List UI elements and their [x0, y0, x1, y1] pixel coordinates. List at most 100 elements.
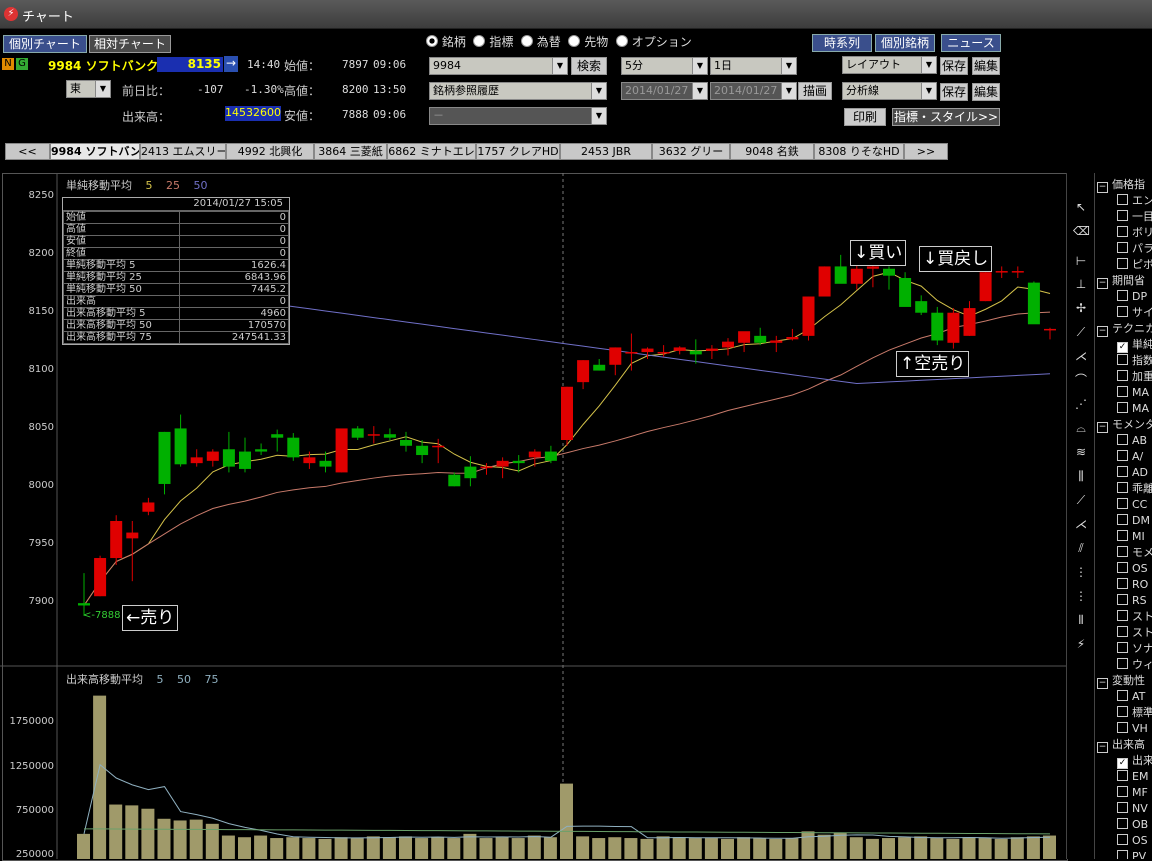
fan-icon[interactable]: ⋌: [1073, 348, 1089, 364]
sidebar-item[interactable]: 乖離: [1117, 481, 1152, 497]
sidebar-item[interactable]: パラ: [1117, 241, 1152, 257]
stock-info-button[interactable]: 個別銘柄: [875, 34, 935, 52]
sidebar-item[interactable]: ウィ: [1117, 657, 1152, 673]
cross-icon[interactable]: ✢: [1073, 300, 1089, 316]
stock-tab[interactable]: <<: [5, 143, 50, 160]
sidebar-item[interactable]: DM: [1117, 513, 1150, 529]
timeseries-button[interactable]: 時系列: [812, 34, 872, 52]
third-select[interactable]: － ▼: [429, 107, 607, 125]
sidebar-item[interactable]: ソナ: [1117, 641, 1152, 657]
stock-tab[interactable]: 3632 グリー: [652, 143, 730, 160]
arc-icon[interactable]: ⌒: [1073, 372, 1089, 388]
stock-tab[interactable]: 3864 三菱紙: [314, 143, 387, 160]
radio-stock[interactable]: [426, 35, 438, 47]
sidebar-item[interactable]: AD: [1117, 465, 1148, 481]
sidebar-group[interactable]: − テクニカ: [1097, 321, 1152, 337]
radio-indicator[interactable]: [473, 35, 486, 47]
fibo-arc-icon[interactable]: ⌓: [1073, 420, 1089, 436]
analysis-edit-button[interactable]: 編集: [972, 83, 1000, 101]
sidebar-item[interactable]: エン: [1117, 193, 1152, 209]
stock-tab[interactable]: 9984 ソフトバンク: [50, 143, 140, 160]
sidebar-item[interactable]: CC: [1117, 497, 1147, 513]
sidebar-item[interactable]: A/: [1117, 449, 1143, 465]
history-select[interactable]: 銘柄参照履歴 ▼: [429, 82, 607, 100]
sidebar-item[interactable]: スト: [1117, 609, 1152, 625]
span-select[interactable]: 1日 ▼: [710, 57, 797, 75]
sidebar-item[interactable]: RO: [1117, 577, 1148, 593]
sidebar-item[interactable]: MA: [1117, 385, 1149, 401]
sidebar-item[interactable]: RS: [1117, 593, 1147, 609]
sidebar-group[interactable]: − 出来高: [1097, 737, 1145, 753]
print-button[interactable]: 印刷: [844, 108, 886, 126]
sidebar-item[interactable]: ✓ 単純: [1117, 337, 1152, 353]
multi-point-icon[interactable]: ⋮: [1073, 588, 1089, 604]
sidebar-item[interactable]: OS: [1117, 833, 1148, 849]
sidebar-item[interactable]: VH: [1117, 721, 1148, 737]
sidebar-item[interactable]: MA: [1117, 401, 1149, 417]
stock-tab[interactable]: 2413 エムスリー: [140, 143, 226, 160]
sidebar-group[interactable]: − 変動性: [1097, 673, 1145, 689]
analysis-select[interactable]: 分析線 ▼: [842, 82, 937, 100]
sidebar-group[interactable]: − 価格指: [1097, 177, 1145, 193]
stock-tab[interactable]: 4992 北興化: [226, 143, 314, 160]
sidebar-item[interactable]: サイ: [1117, 305, 1152, 321]
date-to-input[interactable]: 2014/01/27 ▼: [710, 82, 797, 100]
sidebar-item[interactable]: PV: [1117, 849, 1146, 859]
radio-options[interactable]: [615, 35, 628, 47]
hline-icon[interactable]: ⊢: [1073, 253, 1089, 269]
news-button[interactable]: ニュース: [941, 34, 1001, 52]
stock-tab[interactable]: >>: [904, 143, 948, 160]
fibo-timezone-icon[interactable]: ⫼: [1073, 468, 1089, 484]
sidebar-item[interactable]: 加重: [1117, 369, 1152, 385]
sidebar-item[interactable]: モメ: [1117, 545, 1152, 561]
radio-futures[interactable]: [568, 35, 581, 47]
stock-tab[interactable]: 9048 名鉄: [730, 143, 814, 160]
sidebar-item[interactable]: NV: [1117, 801, 1148, 817]
sidebar-item[interactable]: 標準: [1117, 705, 1152, 721]
sidebar-group[interactable]: − 期間省: [1097, 273, 1145, 289]
stock-tab[interactable]: 1757 クレアHD: [476, 143, 560, 160]
eraser-icon[interactable]: ⌫: [1073, 223, 1090, 239]
sidebar-item[interactable]: ✓ 出来: [1117, 753, 1152, 769]
sidebar-item[interactable]: 一目: [1117, 209, 1152, 225]
channel-icon[interactable]: ⫽: [1073, 540, 1089, 556]
date-from-input[interactable]: 2014/01/27 ▼: [621, 82, 708, 100]
pointer-icon[interactable]: ↖: [1073, 199, 1089, 215]
sidebar-item[interactable]: DP: [1117, 289, 1147, 305]
sidebar-item[interactable]: ボリ: [1117, 225, 1152, 241]
draw-button[interactable]: 描画: [798, 82, 832, 100]
sidebar-item[interactable]: MF: [1117, 785, 1148, 801]
sidebar-item[interactable]: AB: [1117, 433, 1147, 449]
sidebar-item[interactable]: 指数: [1117, 353, 1152, 369]
layout-save-button[interactable]: 保存: [940, 57, 968, 75]
ray-icon[interactable]: ⟋: [1073, 492, 1089, 508]
zigzag-icon[interactable]: ⚡: [1073, 636, 1089, 652]
stock-tab[interactable]: 8308 りそなHD: [814, 143, 904, 160]
sidebar-item[interactable]: スト: [1117, 625, 1152, 641]
sidebar-item[interactable]: OS: [1117, 561, 1148, 577]
retracement-icon[interactable]: ≋: [1073, 444, 1089, 460]
layout-edit-button[interactable]: 編集: [972, 57, 1000, 75]
radio-fx[interactable]: [520, 35, 533, 47]
gann-icon[interactable]: ⋌: [1073, 516, 1089, 532]
sidebar-group[interactable]: − モメンタ: [1097, 417, 1152, 433]
sidebar-item[interactable]: EM: [1117, 769, 1148, 785]
stock-code-input[interactable]: 9984 ▼: [429, 57, 568, 75]
cycle-icon[interactable]: ⫴: [1073, 612, 1089, 628]
search-button[interactable]: 検索: [571, 57, 607, 75]
tri-point-icon[interactable]: ⋮: [1073, 564, 1089, 580]
vline-icon[interactable]: ⊥: [1073, 276, 1089, 292]
sidebar-item[interactable]: MI: [1117, 529, 1145, 545]
interval-select[interactable]: 5分 ▼: [621, 57, 708, 75]
indicator-style-button[interactable]: 指標・スタイル>>: [892, 108, 1000, 126]
tab-relative-chart[interactable]: 相対チャート: [89, 35, 171, 53]
tab-individual-chart[interactable]: 個別チャート: [3, 35, 87, 53]
layout-select[interactable]: レイアウト ▼: [842, 56, 937, 74]
market-select[interactable]: 東 ▼: [66, 80, 111, 98]
analysis-save-button[interactable]: 保存: [940, 83, 968, 101]
sidebar-item[interactable]: OB: [1117, 817, 1148, 833]
stock-tab[interactable]: 2453 JBR: [560, 143, 652, 160]
trendline-icon[interactable]: ⟋: [1073, 324, 1089, 340]
stock-tab[interactable]: 6862 ミナトエレ: [387, 143, 476, 160]
sidebar-item[interactable]: ピボ: [1117, 257, 1152, 273]
